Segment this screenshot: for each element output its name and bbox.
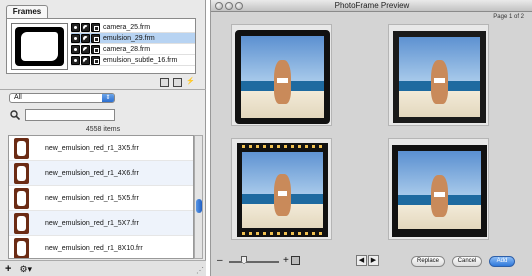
frame-thumbnail bbox=[14, 237, 29, 258]
preview-toolbar: – + ◀ ▶ Replace Cancel Add bbox=[211, 252, 532, 276]
divider bbox=[0, 89, 206, 90]
next-page-button[interactable]: ▶ bbox=[368, 255, 379, 266]
frame-tools: ⚡ bbox=[160, 78, 195, 87]
preview-cell[interactable] bbox=[388, 138, 489, 240]
preview-window: PhotoFrame Preview Page 1 of 2 – + ◀ ▶ R… bbox=[210, 0, 532, 276]
frame-preview-thumbnail bbox=[11, 23, 68, 70]
frame-list: camera_25.frm emulsion_29.frm camera_28.… bbox=[71, 22, 195, 66]
search-input[interactable] bbox=[25, 109, 115, 121]
frame-browser-list: new_emulsion_red_r1_3X5.frr new_emulsion… bbox=[8, 135, 194, 259]
page-indicator: Page 1 of 2 bbox=[493, 14, 524, 20]
frames-palette: Frames camera_25.frm emulsion_29.frm cam… bbox=[0, 0, 206, 276]
frame-icon[interactable] bbox=[91, 22, 100, 32]
search-icon bbox=[10, 110, 20, 120]
blend-icon[interactable] bbox=[81, 22, 90, 32]
frame-thumbnail bbox=[14, 137, 29, 159]
frame-row[interactable]: camera_28.frm bbox=[71, 44, 195, 55]
frame-name: emulsion_29.frm bbox=[103, 34, 155, 42]
frames-box: camera_25.frm emulsion_29.frm camera_28.… bbox=[6, 18, 196, 74]
scrollbar-thumb[interactable] bbox=[196, 199, 202, 213]
frame-overlay bbox=[392, 145, 487, 237]
zoom-slider[interactable] bbox=[229, 261, 279, 263]
frame-overlay bbox=[393, 31, 486, 123]
tab-frames[interactable]: Frames bbox=[6, 5, 48, 18]
list-item-label: new_emulsion_red_r1_5X5.frr bbox=[45, 194, 139, 202]
frame-icon[interactable] bbox=[91, 55, 100, 65]
window-title: PhotoFrame Preview bbox=[334, 1, 410, 10]
frame-name: camera_25.frm bbox=[103, 23, 151, 31]
action-menu-button[interactable]: ⚙▾ bbox=[19, 264, 32, 274]
list-item[interactable]: new_emulsion_red_r1_5X5.frr bbox=[9, 186, 193, 211]
list-item[interactable]: new_emulsion_red_r1_5X7.frr bbox=[9, 211, 193, 236]
replace-button[interactable]: Replace bbox=[411, 256, 445, 267]
frame-overlay bbox=[235, 30, 330, 124]
eye-icon[interactable] bbox=[71, 44, 80, 54]
chevron-updown-icon: ⇕ bbox=[102, 94, 114, 102]
add-button[interactable]: + bbox=[5, 263, 11, 274]
eye-icon[interactable] bbox=[71, 55, 80, 65]
frame-icon[interactable] bbox=[91, 33, 100, 43]
lightning-icon[interactable]: ⚡ bbox=[186, 78, 195, 87]
preview-cell[interactable] bbox=[388, 24, 489, 126]
frame-thumbnail bbox=[14, 212, 29, 234]
frame-icon[interactable] bbox=[91, 44, 100, 54]
scrollbar[interactable] bbox=[194, 135, 203, 259]
zoom-out-button[interactable]: – bbox=[217, 256, 223, 266]
list-item-label: new_emulsion_red_r1_3X5.frr bbox=[45, 144, 139, 152]
list-item[interactable]: new_emulsion_red_r1_8X10.frr bbox=[9, 236, 193, 258]
preview-cell[interactable] bbox=[231, 24, 332, 126]
list-item[interactable]: new_emulsion_red_r1_3X5.frr bbox=[9, 136, 193, 161]
blend-icon[interactable] bbox=[81, 55, 90, 65]
preview-cell[interactable] bbox=[231, 138, 332, 240]
zoom-in-button[interactable]: + bbox=[283, 256, 289, 266]
item-count: 4558 items bbox=[85, 126, 121, 133]
blend-icon[interactable] bbox=[81, 33, 90, 43]
list-item-label: new_emulsion_red_r1_5X7.frr bbox=[45, 219, 139, 227]
window-titlebar[interactable]: PhotoFrame Preview bbox=[211, 0, 532, 12]
add-button[interactable]: Add bbox=[489, 256, 515, 267]
eye-icon[interactable] bbox=[71, 22, 80, 32]
frame-row-selected[interactable]: emulsion_29.frm bbox=[71, 33, 195, 44]
frame-thumbnail bbox=[14, 162, 29, 184]
list-item-label: new_emulsion_red_r1_4X6.frr bbox=[45, 169, 139, 177]
frame-row[interactable]: camera_25.frm bbox=[71, 22, 195, 33]
resize-grip-icon[interactable]: ⋰ bbox=[196, 266, 204, 275]
frame-name: camera_28.frm bbox=[103, 45, 151, 53]
frame-name: emulsion_subtle_16.frm bbox=[103, 56, 178, 64]
list-item[interactable]: new_emulsion_red_r1_4X6.frr bbox=[9, 161, 193, 186]
filter-select[interactable]: All ⇕ bbox=[9, 93, 115, 103]
frame-row[interactable]: emulsion_subtle_16.frm bbox=[71, 55, 195, 66]
previous-page-button[interactable]: ◀ bbox=[356, 255, 367, 266]
eye-icon[interactable] bbox=[71, 33, 80, 43]
filter-select-value: All bbox=[14, 94, 22, 101]
cancel-button[interactable]: Cancel bbox=[452, 256, 482, 267]
trash-icon[interactable] bbox=[173, 78, 182, 87]
frame-overlay bbox=[237, 143, 328, 237]
frame-thumbnail bbox=[14, 187, 29, 209]
list-item-label: new_emulsion_red_r1_8X10.frr bbox=[45, 244, 143, 252]
duplicate-icon[interactable] bbox=[160, 78, 169, 87]
layout-icon[interactable] bbox=[291, 256, 300, 265]
blend-icon[interactable] bbox=[81, 44, 90, 54]
palette-bottom-bar: + ⚙▾ ⋰ bbox=[0, 260, 206, 276]
